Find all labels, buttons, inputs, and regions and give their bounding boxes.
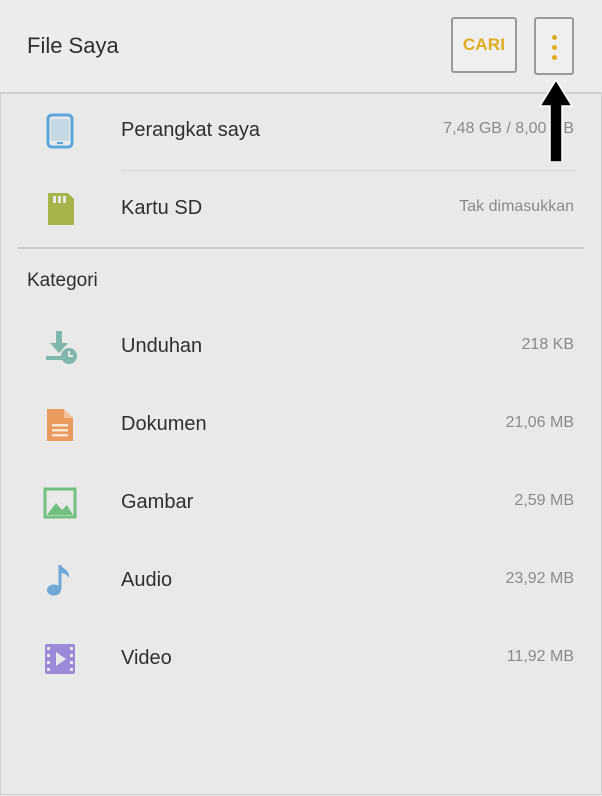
- search-button[interactable]: CARI: [451, 17, 517, 73]
- category-item-label: Audio: [121, 569, 173, 591]
- image-icon: [43, 487, 77, 519]
- category-item-video[interactable]: Video 11,92 MB: [0, 624, 602, 694]
- category-item-documents[interactable]: Dokumen 21,06 MB: [0, 390, 602, 460]
- category-item-images[interactable]: Gambar 2,59 MB: [0, 468, 602, 538]
- section-title: Kategori: [27, 270, 98, 291]
- category-item-label: Unduhan: [121, 335, 203, 357]
- download-icon: [46, 331, 77, 364]
- category-item-label: Dokumen: [121, 413, 207, 435]
- storage-item-label: Kartu SD: [121, 197, 203, 219]
- storage-item-device[interactable]: Perangkat saya 7,48 GB / 8,00 GB: [0, 96, 602, 166]
- category-item-downloads[interactable]: Unduhan 218 KB: [0, 312, 602, 382]
- storage-item-label: Perangkat saya: [121, 119, 260, 141]
- category-item-value: 2,59 MB: [514, 492, 574, 509]
- annotation-arrow-icon: [538, 80, 574, 162]
- divider: [121, 170, 576, 171]
- category-item-label: Gambar: [121, 491, 194, 513]
- app-header: File Saya CARI: [0, 0, 602, 92]
- storage-item-value: Tak dimasukkan: [459, 198, 574, 215]
- storage-item-sd-card[interactable]: Kartu SD Tak dimasukkan: [0, 174, 602, 244]
- category-item-value: 21,06 MB: [505, 414, 574, 431]
- music-note-icon: [47, 565, 70, 596]
- more-options-button[interactable]: [534, 17, 574, 75]
- document-icon: [47, 409, 73, 441]
- sd-card-icon: [48, 193, 74, 225]
- section-divider: [18, 247, 584, 249]
- phone-icon: [46, 113, 74, 149]
- category-item-value: 23,92 MB: [505, 570, 574, 587]
- page-title: File Saya: [27, 33, 119, 58]
- category-item-audio[interactable]: Audio 23,92 MB: [0, 546, 602, 616]
- category-item-label: Video: [121, 647, 172, 669]
- category-item-value: 11,92 MB: [506, 648, 574, 665]
- video-icon: [45, 644, 75, 674]
- header-divider: [0, 92, 602, 94]
- category-item-value: 218 KB: [521, 336, 574, 353]
